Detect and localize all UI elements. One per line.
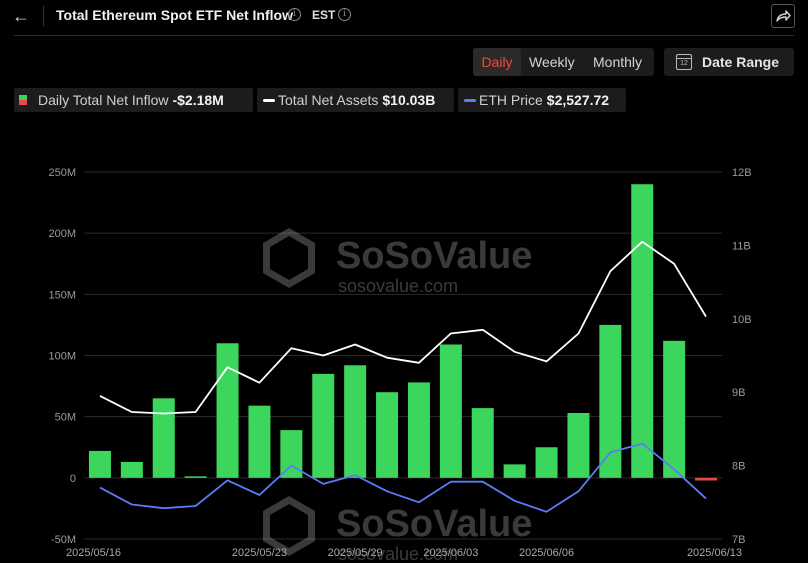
sosovalue-watermark-top: SoSoValuesosovalue.com [263, 227, 532, 296]
inflow-bar [248, 405, 271, 478]
logo-icon [263, 495, 315, 557]
legend-total-net-assets[interactable]: Total Net Assets $10.03B [257, 88, 454, 112]
tab-monthly[interactable]: Monthly [593, 48, 642, 76]
inflow-bar [599, 324, 622, 478]
inflow-bar [88, 450, 111, 478]
inflow-chart: 250M 200M 150M 100M 50M 0 -50M 12B 11B 10B 9B 8B 7B S… [48, 167, 752, 563]
legend-eth-price[interactable]: ETH Price $2,527.72 [458, 88, 626, 112]
inflow-bar [567, 412, 590, 478]
date-range-button[interactable]: 12 Date Range [664, 48, 794, 76]
watermark-brand: SoSoValue [336, 503, 532, 545]
timezone-label: EST [312, 8, 336, 22]
divider [43, 6, 44, 26]
inflow-bar [184, 476, 207, 478]
inflow-bar [503, 464, 526, 478]
watermark-brand: SoSoValue [336, 235, 532, 277]
inflow-bar [376, 392, 399, 478]
x-tick-label: 2025/06/03 [423, 547, 478, 559]
header-divider [14, 35, 794, 36]
bar-swatch-icon [19, 95, 27, 105]
sosovalue-watermark-bottom: SoSoValuesosovalue.com [263, 495, 532, 563]
y-tick-label-left: 150M [48, 289, 76, 301]
share-button[interactable] [771, 4, 795, 28]
y-tick-label-right: 8B [732, 461, 745, 473]
inflow-bar [216, 343, 239, 478]
x-tick-label: 2025/05/23 [232, 547, 287, 559]
page-title: Total Ethereum Spot ETF Net Inflow [56, 7, 293, 23]
y-tick-label-left: 100M [48, 351, 76, 363]
inflow-bar [439, 344, 462, 478]
date-range-label: Date Range [702, 54, 780, 70]
inflow-bar [407, 382, 430, 478]
legend-value: $10.03B [382, 92, 436, 108]
share-icon [776, 10, 791, 22]
y-tick-label-right: 7B [732, 534, 745, 546]
line-swatch-icon [263, 99, 275, 102]
y-tick-label-right: 11B [732, 240, 751, 252]
tab-weekly[interactable]: Weekly [529, 48, 575, 76]
range-tabs: Daily Weekly Monthly [473, 48, 654, 76]
y-tick-label-left: 50M [55, 412, 76, 424]
y-tick-label-left: 250M [48, 167, 76, 179]
inflow-bar [471, 408, 494, 478]
y-tick-label-left: 200M [48, 228, 76, 240]
x-tick-label: 2025/06/13 [687, 547, 742, 559]
tab-daily[interactable]: Daily [473, 48, 521, 76]
y-tick-label-left: 0 [70, 473, 76, 485]
x-tick-label: 2025/05/16 [66, 547, 121, 559]
watermark-url: sosovalue.com [338, 276, 458, 296]
top-bar: ← Total Ethereum Spot ETF Net Inflow i E… [0, 0, 808, 34]
back-arrow-icon[interactable]: ← [8, 4, 34, 28]
inflow-bar [312, 373, 335, 478]
line-swatch-icon [464, 99, 476, 102]
inflow-bar [663, 340, 686, 478]
inflow-bar [344, 365, 367, 478]
timezone-info-icon[interactable]: i [338, 8, 351, 21]
inflow-bar [535, 447, 558, 478]
legend-value: -$2.18M [172, 92, 224, 108]
inflow-bar [695, 477, 718, 481]
info-icon[interactable]: i [288, 8, 301, 21]
inflow-bar [120, 461, 143, 478]
x-tick-label: 2025/05/29 [328, 547, 383, 559]
legend-label: ETH Price [479, 92, 543, 108]
inflow-bar [152, 398, 175, 478]
y-tick-label-left: -50M [51, 534, 76, 546]
legend-net-inflow[interactable]: Daily Total Net Inflow -$2.18M [14, 88, 253, 112]
logo-icon [263, 227, 315, 289]
legend-label: Total Net Assets [278, 92, 379, 108]
y-tick-label-right: 12B [732, 167, 752, 179]
y-tick-label-right: 9B [732, 387, 745, 399]
y-tick-label-right: 10B [732, 314, 752, 326]
calendar-icon: 12 [676, 54, 692, 70]
inflow-bar [631, 184, 654, 478]
x-tick-label: 2025/06/06 [519, 547, 574, 559]
legend-label: Daily Total Net Inflow [38, 92, 169, 108]
legend-value: $2,527.72 [546, 92, 610, 108]
